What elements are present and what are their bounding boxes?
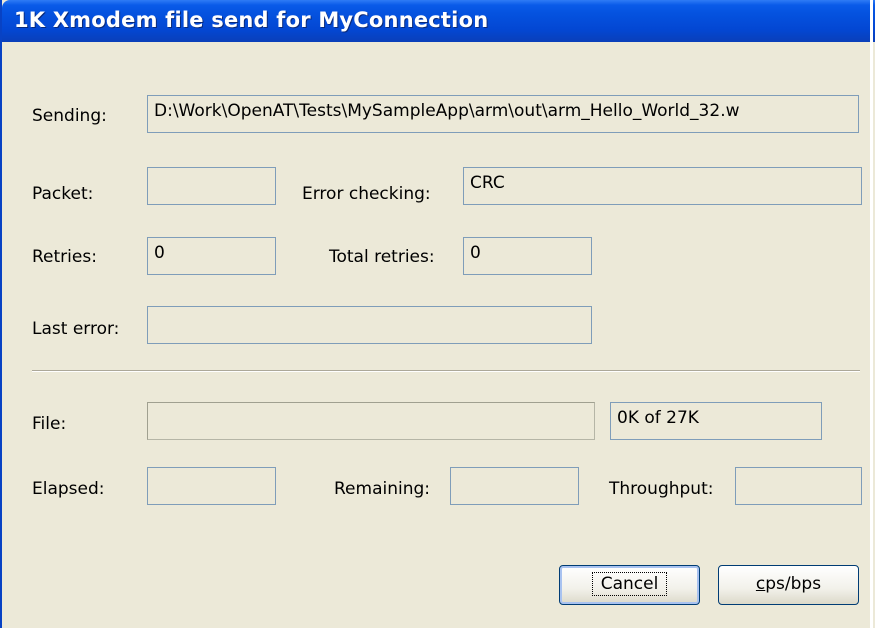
sending-path-field: D:\Work\OpenAT\Tests\MySampleApp\arm\out… [147, 95, 859, 133]
cps-bps-button[interactable]: cps/bps [718, 565, 859, 605]
elapsed-field [147, 467, 276, 505]
elapsed-label: Elapsed: [32, 479, 105, 499]
window-edge [870, 0, 873, 628]
dialog-body: Sending: D:\Work\OpenAT\Tests\MySampleAp… [4, 42, 875, 628]
throughput-label: Throughput: [609, 479, 714, 499]
cancel-button-label: Cancel [591, 572, 668, 596]
retries-field: 0 [147, 237, 276, 275]
total-retries-field: 0 [463, 237, 592, 275]
last-error-field [147, 306, 592, 344]
packet-field [147, 167, 276, 205]
window-title: 1K Xmodem file send for MyConnection [14, 8, 489, 32]
error-checking-field: CRC [463, 167, 862, 205]
total-retries-label: Total retries: [329, 247, 435, 267]
xmodem-send-dialog: 1K Xmodem file send for MyConnection Sen… [0, 0, 875, 628]
section-divider [32, 370, 860, 372]
cps-bps-accelerator: c [755, 574, 766, 594]
remaining-label: Remaining: [334, 479, 430, 499]
last-error-label: Last error: [32, 319, 120, 339]
retries-label: Retries: [32, 247, 97, 267]
error-checking-label: Error checking: [302, 184, 431, 204]
cps-bps-rest: ps/bps [765, 574, 822, 594]
packet-label: Packet: [32, 184, 94, 204]
file-size-field: 0K of 27K [610, 402, 822, 440]
remaining-field [450, 467, 579, 505]
file-progress-bar [147, 402, 595, 440]
sending-label: Sending: [32, 106, 107, 126]
file-label: File: [32, 414, 67, 434]
title-bar[interactable]: 1K Xmodem file send for MyConnection [2, 0, 875, 42]
cancel-button[interactable]: Cancel [559, 565, 700, 605]
cps-bps-button-label: cps/bps [756, 574, 821, 594]
throughput-field [735, 467, 862, 505]
